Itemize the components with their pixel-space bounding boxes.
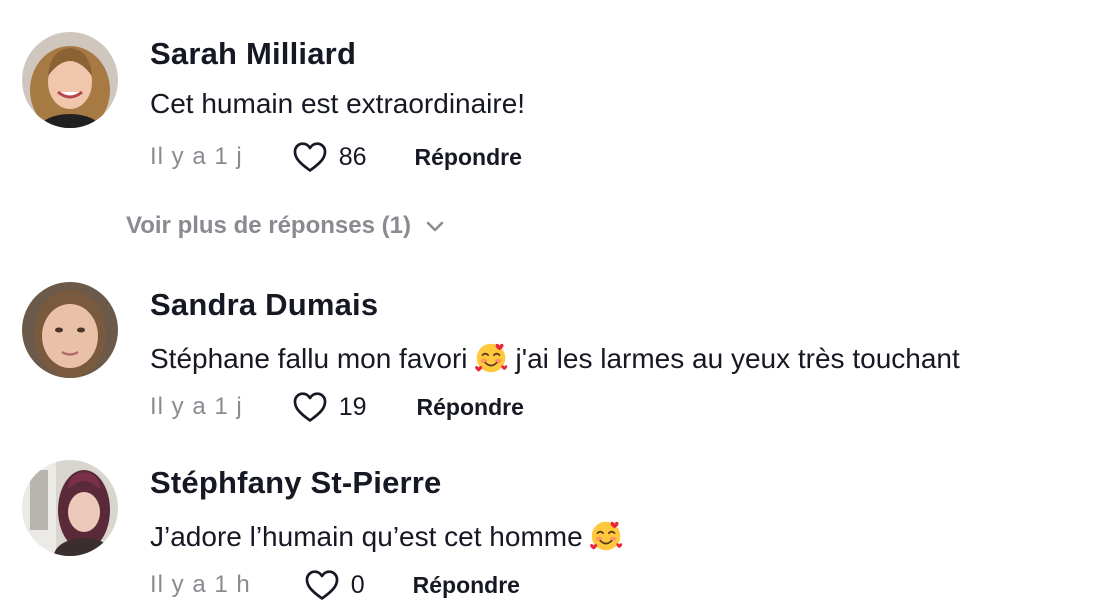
heart-icon (291, 138, 329, 176)
comment-meta: Il y a 1 j 19 Répondre (150, 387, 524, 427)
smiling-face-with-hearts-icon (472, 338, 510, 376)
reply-button[interactable]: Répondre (417, 394, 524, 421)
like-count: 86 (338, 142, 367, 171)
smiling-face-with-hearts-icon (587, 516, 625, 554)
comment-meta: Il y a 1 h 0 Répondre (150, 565, 520, 605)
like-count: 0 (350, 570, 365, 599)
like-count: 19 (338, 392, 367, 421)
comment-text: Cet humain est extraordinaire! (150, 88, 526, 119)
view-more-replies-button[interactable]: Voir plus de réponses (1) (126, 212, 445, 240)
reply-button[interactable]: Répondre (415, 144, 522, 171)
view-more-replies-label: Voir plus de réponses (1) (126, 212, 411, 239)
avatar[interactable] (22, 282, 118, 378)
like-button[interactable]: 86 (291, 138, 367, 176)
comment-text: J’adore l’humain qu’est cet homme (150, 516, 631, 554)
comment-time: Il y a 1 j (150, 143, 243, 170)
chevron-down-icon (426, 221, 444, 232)
comment-time: Il y a 1 h (150, 571, 251, 598)
heart-icon (291, 388, 329, 426)
avatar[interactable] (22, 460, 118, 556)
comment-text-part: j'ai les larmes au yeux très touchant (515, 343, 960, 374)
like-button[interactable]: 0 (303, 566, 365, 604)
comment-author[interactable]: Stéphfany St-Pierre (150, 465, 442, 501)
heart-icon (303, 566, 341, 604)
comment-text: Stéphane fallu mon favori j'ai les larmes… (150, 338, 960, 376)
comment-text-part: Stéphane fallu mon favori (150, 343, 468, 374)
avatar[interactable] (22, 32, 118, 128)
comment-text-part: J’adore l’humain qu’est cet homme (150, 521, 583, 552)
comment-author[interactable]: Sarah Milliard (150, 36, 356, 72)
comment-meta: Il y a 1 j 86 Répondre (150, 137, 522, 177)
comment-author[interactable]: Sandra Dumais (150, 287, 378, 323)
like-button[interactable]: 19 (291, 388, 367, 426)
reply-button[interactable]: Répondre (413, 572, 520, 599)
comment-time: Il y a 1 j (150, 393, 243, 420)
